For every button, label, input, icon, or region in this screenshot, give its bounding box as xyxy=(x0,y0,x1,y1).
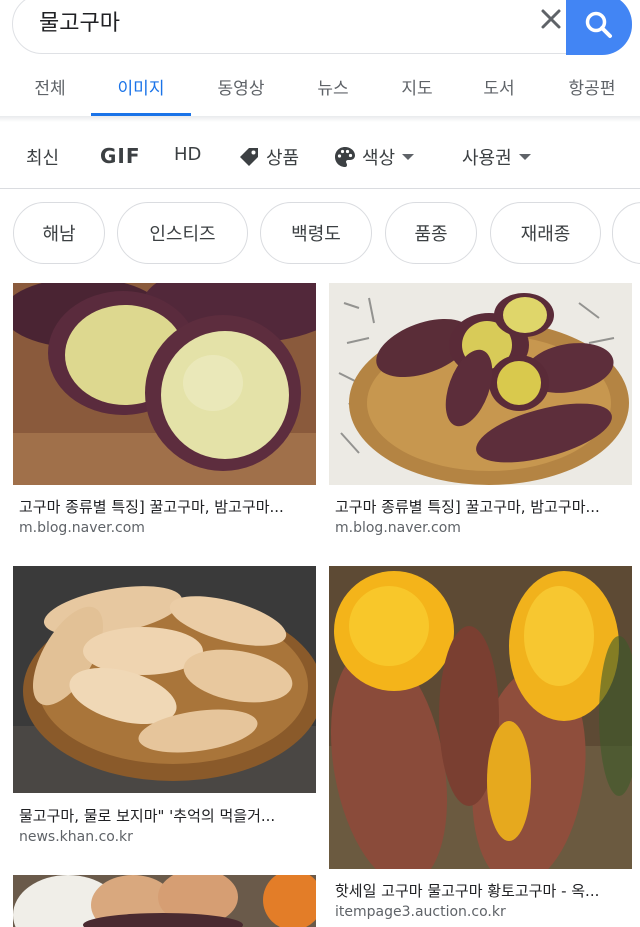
filter-products-label: 상품 xyxy=(266,148,300,169)
search-tabs: 전체 이미지 동영상 뉴스 지도 도서 항공편 xyxy=(0,60,640,116)
chip-native-variety[interactable]: 재래종 xyxy=(490,202,601,264)
related-chips: 해남 인스티즈 백령도 품종 재래종 xyxy=(0,200,640,270)
result-title[interactable]: 핫세일 고구마 물고구마 황토고구마 - 옥... xyxy=(335,880,627,901)
chip-variety[interactable]: 품종 xyxy=(385,202,477,264)
filter-latest-label: 최신 xyxy=(26,148,60,169)
tab-videos[interactable]: 동영상 xyxy=(218,74,265,99)
search-icon xyxy=(585,11,612,38)
chevron-down-icon xyxy=(402,154,415,160)
chip-more[interactable] xyxy=(612,202,640,264)
image-tools: 최신 GIF HD 상품 색상 사용권 xyxy=(0,122,640,189)
filter-color[interactable]: 색상 xyxy=(334,144,415,170)
result-source: m.blog.naver.com xyxy=(19,520,145,536)
result-title[interactable]: 고구마 종류별 특징] 꿀고구마, 밤고구마... xyxy=(335,496,627,517)
tab-books[interactable]: 도서 xyxy=(483,74,514,99)
tab-flights[interactable]: 항공편 xyxy=(569,74,616,99)
filter-gif-label: GIF xyxy=(100,144,141,168)
chevron-down-icon xyxy=(518,154,531,160)
result-image-halved-purple-sweet-potatoes[interactable] xyxy=(13,283,316,485)
search-bar[interactable]: 물고구마 xyxy=(12,0,632,54)
filter-latest[interactable]: 최신 xyxy=(26,144,59,170)
chip-instiz[interactable]: 인스티즈 xyxy=(117,202,248,264)
result-image-baked-yellow-sweet-potatoes[interactable] xyxy=(329,566,632,869)
result-image-eggs-and-sweet-potato[interactable] xyxy=(13,875,316,927)
chip-baengnyeongdo[interactable]: 백령도 xyxy=(260,202,372,264)
filter-gif[interactable]: GIF xyxy=(100,144,141,168)
filter-hd-label: HD xyxy=(174,144,202,165)
result-title[interactable]: 물고구마, 물로 보지마" '추억의 먹을거... xyxy=(19,805,311,826)
tab-news[interactable]: 뉴스 xyxy=(317,74,348,99)
tab-all[interactable]: 전체 xyxy=(34,74,65,99)
result-source: news.khan.co.kr xyxy=(19,829,133,845)
search-button[interactable] xyxy=(566,0,632,55)
filter-color-label: 색상 xyxy=(362,148,396,169)
search-input[interactable]: 물고구마 xyxy=(39,5,120,37)
chip-haenam[interactable]: 해남 xyxy=(13,202,105,264)
result-source: m.blog.naver.com xyxy=(335,520,461,536)
tab-maps[interactable]: 지도 xyxy=(401,74,432,99)
result-image-white-sweet-potatoes-in-basket[interactable] xyxy=(13,566,316,793)
result-title[interactable]: 고구마 종류별 특징] 꿀고구마, 밤고구마... xyxy=(19,496,311,517)
palette-icon xyxy=(335,147,355,167)
tab-images[interactable]: 이미지 xyxy=(118,74,165,99)
filter-usage-rights[interactable]: 사용권 xyxy=(462,144,532,170)
tag-icon xyxy=(240,148,258,166)
filter-usage-rights-label: 사용권 xyxy=(462,148,512,169)
filter-hd[interactable]: HD xyxy=(174,144,201,165)
result-source: itempage3.auction.co.kr xyxy=(335,904,506,920)
result-image-sweet-potatoes-in-basket[interactable] xyxy=(329,283,632,485)
filter-products[interactable]: 상품 xyxy=(238,144,299,170)
